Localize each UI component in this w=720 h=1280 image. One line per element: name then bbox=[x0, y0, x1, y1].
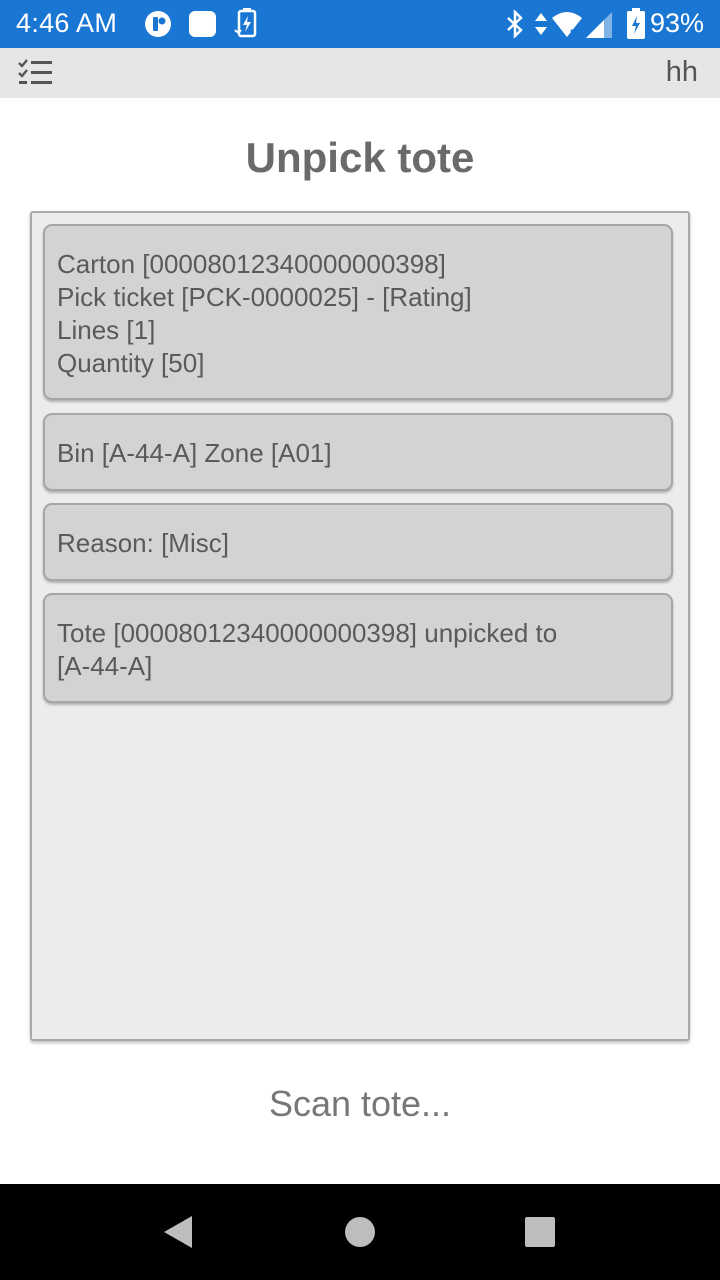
log-panel[interactable]: Carton [00008012340000000398] Pick ticke… bbox=[30, 211, 690, 1041]
card-line: Quantity [50] bbox=[57, 348, 205, 378]
card-line: Tote [00008012340000000398] unpicked to bbox=[57, 618, 558, 648]
wifi-icon: 5 bbox=[552, 12, 582, 38]
status-bar: 4:46 AM 5 93% bbox=[0, 0, 720, 48]
app-notification-icon bbox=[145, 11, 171, 37]
card-line: Lines [1] bbox=[57, 315, 156, 345]
bluetooth-icon bbox=[507, 10, 523, 38]
card-line: Bin [A-44-A] Zone [A01] bbox=[57, 438, 332, 468]
data-arrows-icon bbox=[535, 13, 547, 35]
scan-tote-input[interactable]: Scan tote... bbox=[0, 1083, 720, 1125]
user-label[interactable]: hh bbox=[666, 56, 698, 89]
battery-charging-icon bbox=[627, 8, 645, 39]
recents-icon[interactable] bbox=[524, 1216, 556, 1248]
home-icon[interactable] bbox=[343, 1215, 377, 1249]
card-line: Carton [00008012340000000398] bbox=[57, 249, 446, 279]
square-notification-icon bbox=[189, 11, 216, 37]
status-time: 4:46 AM bbox=[16, 8, 118, 38]
battery-saver-icon bbox=[234, 8, 257, 38]
page-title: Unpick tote bbox=[245, 134, 475, 181]
reason-card: Reason: [Misc] bbox=[43, 503, 673, 581]
card-line: [A-44-A] bbox=[57, 651, 153, 681]
bin-zone-card: Bin [A-44-A] Zone [A01] bbox=[43, 413, 673, 491]
card-line: Reason: [Misc] bbox=[57, 528, 229, 558]
checklist-menu-icon[interactable] bbox=[18, 58, 54, 88]
navigation-bar bbox=[0, 1184, 720, 1280]
carton-info-card: Carton [00008012340000000398] Pick ticke… bbox=[43, 224, 673, 400]
unpick-result-card: Tote [00008012340000000398] unpicked to … bbox=[43, 593, 673, 703]
signal-icon bbox=[586, 12, 612, 38]
app-bar: hh bbox=[0, 48, 720, 98]
svg-text:5: 5 bbox=[570, 28, 576, 38]
back-icon[interactable] bbox=[160, 1214, 196, 1250]
card-line: Pick ticket [PCK-0000025] - [Rating] bbox=[57, 282, 472, 312]
battery-percent: 93% bbox=[650, 8, 705, 38]
